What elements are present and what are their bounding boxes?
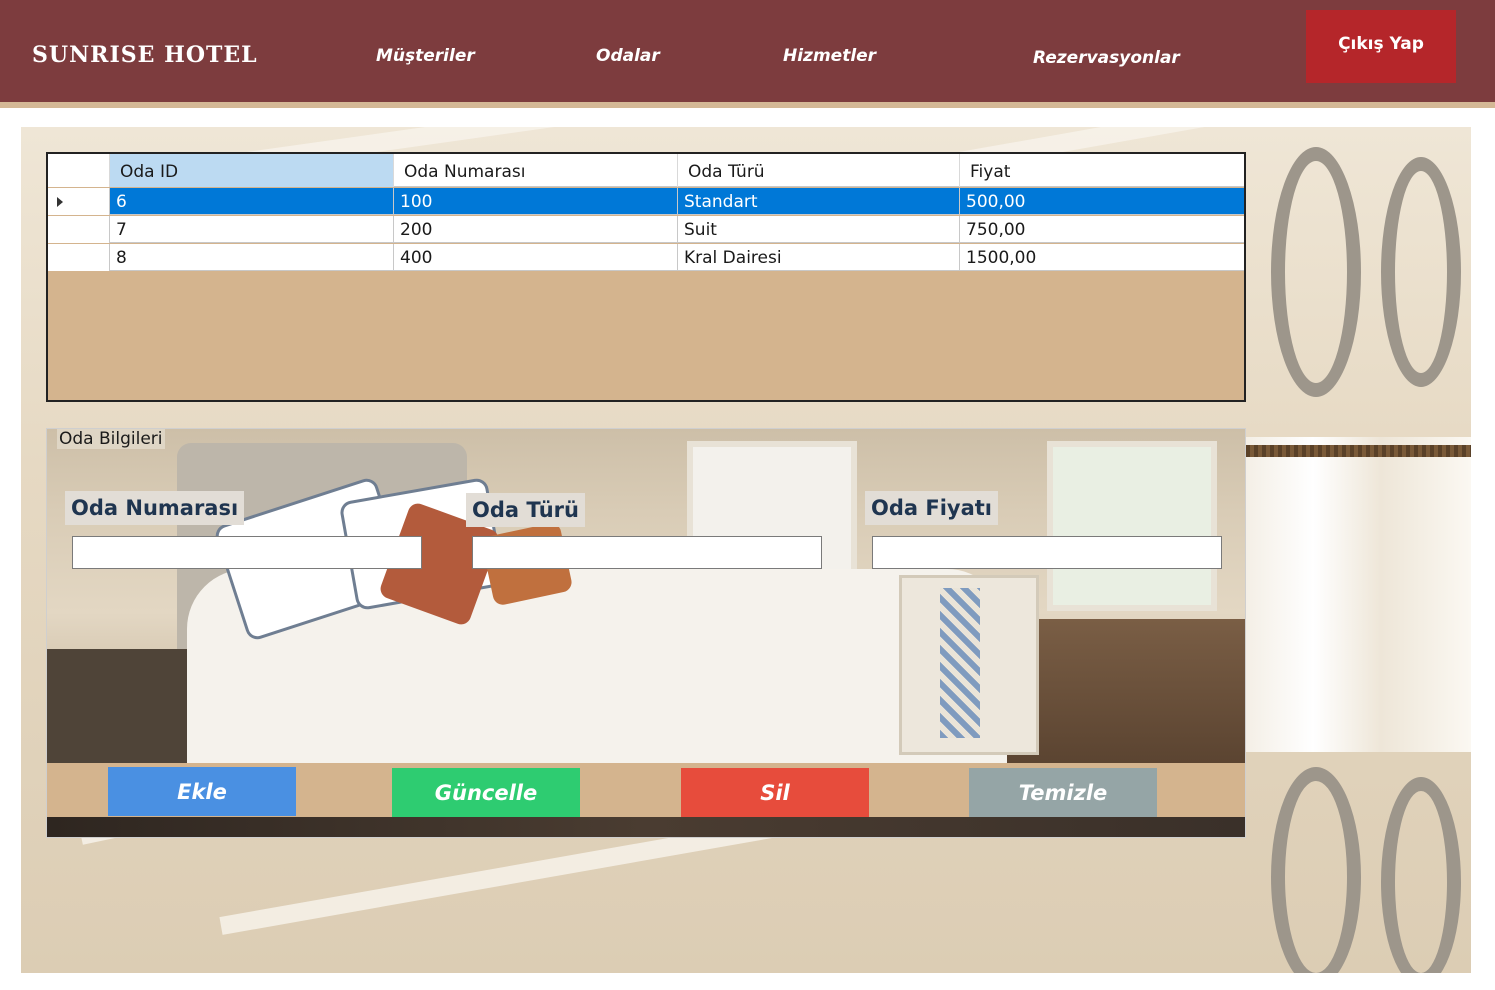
label-oda-numarasi: Oda Numarası [65, 491, 245, 525]
nav-rezervasyonlar[interactable]: Rezervasyonlar [1033, 48, 1180, 68]
top-navigation-bar: SUNRISE HOTEL Müşteriler Odalar Hizmetle… [0, 0, 1495, 102]
bedroom-photo [47, 429, 1245, 763]
header-accent-strip [0, 102, 1495, 108]
floor-strip-decor [47, 817, 1245, 837]
cell-oda-numarasi[interactable]: 400 [394, 244, 678, 271]
chandelier-decor [1271, 767, 1361, 973]
cell-oda-id[interactable]: 7 [110, 216, 394, 243]
nav-hizmetler[interactable]: Hizmetler [783, 46, 876, 66]
nav-odalar[interactable]: Odalar [596, 46, 660, 66]
cell-fiyat[interactable]: 1500,00 [960, 244, 1244, 271]
action-button-bar: Ekle Güncelle Sil Temizle [47, 763, 1245, 817]
label-oda-turu: Oda Türü [466, 493, 585, 527]
column-header-oda-numarasi[interactable]: Oda Numarası [394, 154, 678, 187]
groupbox-legend: Oda Bilgileri [57, 429, 165, 449]
curtain-rod-decor [1246, 445, 1471, 457]
row-header[interactable] [48, 188, 110, 215]
room-info-groupbox: Oda Bilgileri Oda Numarası Oda Türü Oda … [46, 428, 1246, 838]
grid-corner-cell [48, 154, 110, 187]
window-decor [1047, 441, 1217, 611]
row-header[interactable] [48, 216, 110, 243]
temizle-button[interactable]: Temizle [969, 768, 1157, 817]
current-row-arrow-icon [57, 197, 63, 207]
cell-oda-id[interactable]: 8 [110, 244, 394, 271]
ekle-button[interactable]: Ekle [108, 767, 296, 816]
logout-button[interactable]: Çıkış Yap [1306, 10, 1456, 83]
rooms-data-grid[interactable]: Oda ID Oda Numarası Oda Türü Fiyat 6 100… [46, 152, 1246, 402]
oda-fiyati-input[interactable] [872, 536, 1222, 569]
column-header-oda-id[interactable]: Oda ID [110, 154, 394, 187]
chandelier-decor [1271, 147, 1361, 397]
sil-button[interactable]: Sil [681, 768, 869, 817]
table-row[interactable]: 6 100 Standart 500,00 [48, 188, 1244, 215]
cell-fiyat[interactable]: 750,00 [960, 216, 1244, 243]
cell-oda-turu[interactable]: Standart [678, 188, 960, 215]
column-header-fiyat[interactable]: Fiyat [960, 154, 1244, 187]
cell-oda-turu[interactable]: Suit [678, 216, 960, 243]
chandelier-decor [1381, 157, 1461, 387]
cell-oda-id[interactable]: 6 [110, 188, 394, 215]
guncelle-button[interactable]: Güncelle [392, 768, 580, 817]
oda-turu-input[interactable] [472, 536, 822, 569]
curtain-decor [1246, 437, 1471, 752]
row-header[interactable] [48, 244, 110, 271]
floor-decor [1007, 619, 1245, 763]
brand-title: SUNRISE HOTEL [32, 42, 258, 68]
table-row[interactable]: 8 400 Kral Dairesi 1500,00 [48, 244, 1244, 271]
cell-oda-turu[interactable]: Kral Dairesi [678, 244, 960, 271]
bench-decor [899, 575, 1039, 755]
label-oda-fiyati: Oda Fiyatı [865, 491, 999, 525]
nav-musteriler[interactable]: Müşteriler [376, 46, 475, 66]
cell-fiyat[interactable]: 500,00 [960, 188, 1244, 215]
chandelier-decor [1381, 777, 1461, 973]
bench-pattern-decor [940, 588, 980, 738]
nightstand-decor [47, 649, 202, 763]
cell-oda-numarasi[interactable]: 200 [394, 216, 678, 243]
cell-oda-numarasi[interactable]: 100 [394, 188, 678, 215]
table-row[interactable]: 7 200 Suit 750,00 [48, 216, 1244, 243]
oda-numarasi-input[interactable] [72, 536, 422, 569]
column-header-oda-turu[interactable]: Oda Türü [678, 154, 960, 187]
grid-header-row: Oda ID Oda Numarası Oda Türü Fiyat [48, 154, 1244, 187]
